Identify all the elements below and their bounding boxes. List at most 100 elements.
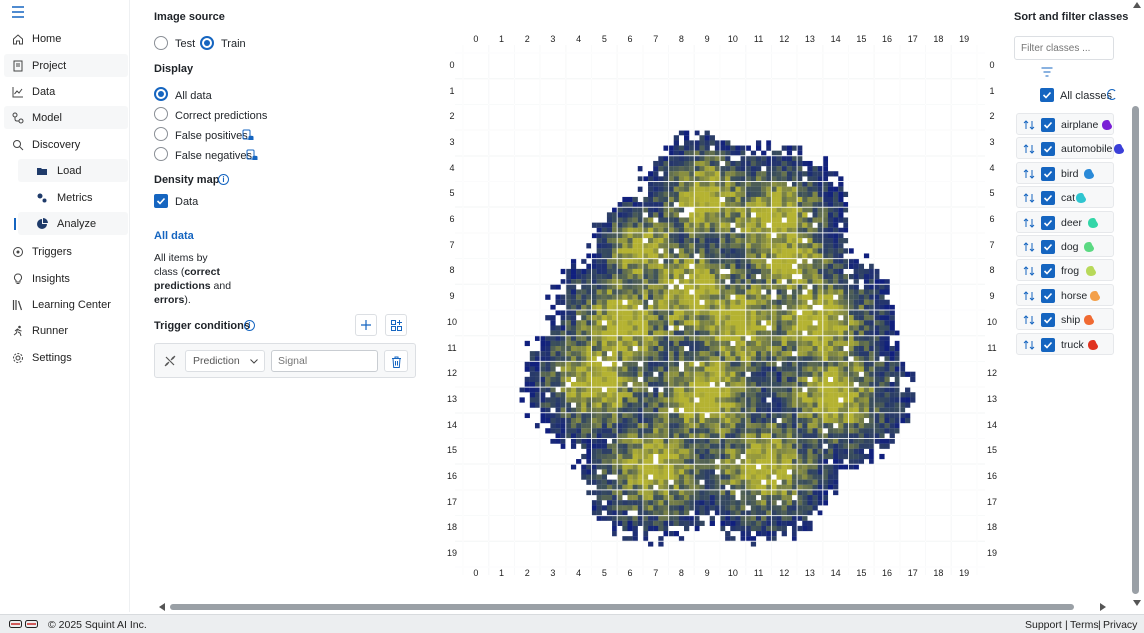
delete-trigger-button[interactable] — [384, 350, 408, 372]
unlink-icon[interactable] — [163, 354, 177, 368]
class-checkbox[interactable] — [1041, 215, 1055, 230]
class-name: truck — [1061, 338, 1084, 351]
add-trigger-button[interactable] — [355, 314, 377, 336]
class-checkbox[interactable] — [1041, 142, 1055, 157]
trigger-info-icon[interactable]: i — [244, 320, 255, 331]
sort-icon[interactable] — [1023, 314, 1035, 326]
x-tick-top: 10 — [727, 34, 738, 44]
sort-icon[interactable] — [1023, 241, 1035, 253]
display-false-positives-radio[interactable] — [154, 127, 168, 141]
class-color-icon[interactable] — [1113, 143, 1125, 155]
horizontal-scroll-thumb[interactable] — [170, 604, 1074, 610]
class-color-icon[interactable] — [1101, 119, 1113, 131]
filter-icon[interactable] — [1041, 67, 1053, 77]
class-name: deer — [1061, 216, 1083, 229]
x-tick-bottom: 10 — [727, 568, 738, 578]
scroll-up-icon[interactable] — [1133, 2, 1141, 8]
density-info-icon[interactable]: i — [218, 174, 229, 185]
all-classes-info-icon[interactable] — [1107, 89, 1117, 100]
class-color-icon[interactable] — [1089, 290, 1101, 302]
sidebar-item-label: Metrics — [57, 191, 93, 204]
class-color-icon[interactable] — [1083, 168, 1095, 180]
sidebar-item-runner[interactable]: Runner — [4, 319, 128, 342]
sidebar-item-model[interactable]: Model — [4, 106, 128, 129]
terms-link[interactable]: Terms — [1070, 619, 1099, 631]
sidebar-item-insights[interactable]: Insights — [4, 267, 128, 290]
sidebar-item-load[interactable]: Load — [18, 159, 128, 182]
class-checkbox[interactable] — [1041, 166, 1055, 181]
class-color-icon[interactable] — [1085, 265, 1097, 277]
class-checkbox[interactable] — [1041, 337, 1055, 352]
metrics-icon — [37, 193, 47, 202]
all-classes-checkbox[interactable] — [1040, 88, 1054, 102]
y-tick-right: 16 — [986, 471, 997, 482]
sort-icon[interactable] — [1023, 168, 1035, 180]
hamburger-menu-icon[interactable] — [10, 4, 26, 20]
class-name: automobile — [1061, 143, 1113, 156]
sort-icon[interactable] — [1023, 192, 1035, 204]
scroll-left-icon[interactable] — [159, 603, 165, 611]
display-correct-radio[interactable] — [154, 107, 168, 121]
y-tick-right: 12 — [986, 368, 997, 379]
class-checkbox[interactable] — [1041, 264, 1055, 279]
x-tick-bottom: 6 — [627, 568, 633, 578]
support-link[interactable]: Support — [1025, 619, 1062, 631]
sidebar-item-settings[interactable]: Settings — [4, 346, 128, 369]
scroll-down-icon[interactable] — [1133, 600, 1141, 606]
filter-classes-input[interactable] — [1014, 36, 1114, 60]
y-tick-left: 5 — [449, 188, 455, 199]
sort-icon[interactable] — [1023, 290, 1035, 302]
source-test-radio[interactable] — [154, 36, 168, 50]
prediction-select[interactable]: Prediction — [185, 350, 265, 372]
footer-separator: | — [1098, 619, 1101, 631]
class-color-icon[interactable] — [1087, 217, 1099, 229]
sort-icon[interactable] — [1023, 143, 1035, 155]
sort-icon[interactable] — [1023, 339, 1035, 351]
display-false-negatives-radio[interactable] — [154, 147, 168, 161]
class-color-icon[interactable] — [1083, 314, 1095, 326]
sidebar-item-analyze[interactable]: Analyze — [18, 212, 128, 235]
sort-icon[interactable] — [1023, 119, 1035, 131]
y-tick-right: 17 — [986, 496, 997, 507]
sidebar-item-learning-center[interactable]: Learning Center — [4, 293, 128, 316]
y-tick-left: 15 — [446, 445, 457, 456]
class-row-ship: ship — [1016, 308, 1114, 331]
sidebar-item-project[interactable]: Project — [4, 54, 128, 77]
sidebar-item-label: Project — [32, 59, 67, 72]
sidebar-item-triggers[interactable]: Triggers — [4, 240, 128, 263]
x-tick-bottom: 18 — [933, 568, 944, 578]
class-checkbox[interactable] — [1041, 240, 1055, 254]
scroll-right-icon[interactable] — [1100, 603, 1106, 611]
add-group-button[interactable] — [385, 314, 407, 336]
sidebar-item-label: Discovery — [32, 138, 81, 151]
sidebar-item-discovery[interactable]: Discovery — [4, 133, 128, 156]
sort-icon[interactable] — [1023, 265, 1035, 277]
class-color-icon[interactable] — [1083, 241, 1095, 253]
display-all-data-radio[interactable] — [154, 87, 168, 101]
density-map-canvas[interactable] — [440, 30, 996, 586]
privacy-link[interactable]: Privacy — [1103, 619, 1137, 631]
x-tick-top: 18 — [933, 34, 944, 44]
class-color-icon[interactable] — [1087, 339, 1099, 351]
class-checkbox[interactable] — [1041, 313, 1055, 328]
y-tick-left: 11 — [447, 342, 457, 353]
vertical-scroll-thumb[interactable] — [1132, 106, 1139, 594]
class-color-icon[interactable] — [1075, 192, 1087, 204]
class-checkbox[interactable] — [1041, 191, 1055, 206]
sidebar-item-data[interactable]: Data — [4, 80, 128, 103]
x-tick-top: 5 — [601, 34, 607, 44]
sidebar-item-metrics[interactable]: Metrics — [18, 186, 128, 209]
chevron-down-icon — [250, 359, 258, 364]
density-data-checkbox[interactable] — [154, 194, 168, 208]
y-tick-right: 15 — [986, 445, 997, 456]
sort-icon[interactable] — [1023, 217, 1035, 229]
class-name: cat — [1061, 192, 1076, 205]
class-name: horse — [1061, 289, 1088, 302]
class-checkbox[interactable] — [1041, 118, 1055, 132]
x-tick-top: 6 — [627, 34, 633, 44]
signal-input[interactable] — [271, 350, 378, 372]
sidebar-item-home[interactable]: Home — [4, 27, 128, 50]
y-tick-right: 7 — [989, 239, 995, 250]
class-checkbox[interactable] — [1041, 288, 1055, 303]
source-train-radio[interactable] — [200, 36, 214, 50]
